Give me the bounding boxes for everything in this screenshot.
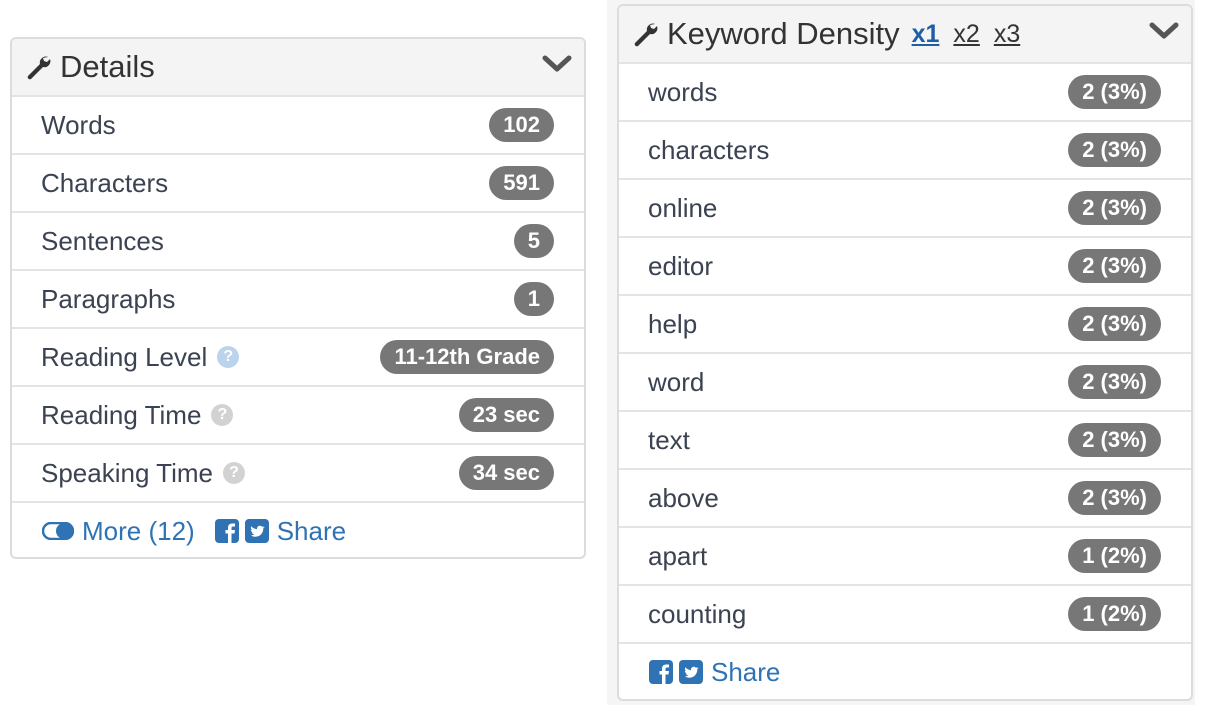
keyword-label: counting — [648, 598, 747, 629]
details-row-text: Characters — [41, 167, 169, 198]
keyword-row[interactable]: online 2 (3%) — [619, 178, 1191, 236]
density-badge: 2 (3%) — [1068, 75, 1161, 109]
count-badge: 23 sec — [458, 398, 554, 432]
keyword-label: editor — [648, 250, 714, 281]
details-row-text: Reading Level — [41, 341, 208, 372]
keyword-label: help — [648, 308, 698, 339]
keyword-label: apart — [648, 540, 708, 571]
density-badge: 1 (2%) — [1068, 539, 1161, 573]
density-badge: 2 (3%) — [1068, 481, 1161, 515]
facebook-icon[interactable] — [214, 519, 239, 543]
help-icon[interactable]: ? — [222, 462, 245, 484]
keyword-label: characters — [648, 134, 770, 165]
keyword-row[interactable]: words 2 (3%) — [619, 62, 1191, 120]
keyword-label: above — [648, 482, 719, 513]
granularity-x1[interactable]: x1 — [912, 20, 940, 49]
wrench-icon — [27, 56, 51, 80]
details-footer: More (12) Share — [12, 501, 584, 557]
facebook-icon[interactable] — [649, 660, 673, 684]
density-badge: 2 (3%) — [1068, 133, 1161, 167]
details-row: Speaking Time? 34 sec — [12, 443, 584, 501]
granularity-x2[interactable]: x2 — [953, 20, 979, 49]
keyword-row[interactable]: help 2 (3%) — [619, 294, 1191, 352]
count-badge: 102 — [489, 108, 554, 142]
keyword-label: text — [648, 424, 690, 455]
details-panel: Details Words 102 Characters 591 Sentences 5 P… — [10, 37, 586, 559]
more-link[interactable]: More (12) — [82, 516, 195, 547]
keyword-density-title: Keyword Density — [667, 16, 900, 51]
count-badge: 1 — [513, 282, 554, 316]
granularity-x3[interactable]: x3 — [994, 20, 1020, 49]
details-row: Characters 591 — [12, 153, 584, 211]
details-row-label: Sentences — [41, 226, 164, 257]
keyword-row[interactable]: above 2 (3%) — [619, 468, 1191, 526]
details-row-label: Characters — [41, 168, 168, 199]
keyword-row[interactable]: editor 2 (3%) — [619, 236, 1191, 294]
details-row: Words 102 — [12, 95, 584, 153]
share-link[interactable]: Share — [277, 516, 346, 547]
keyword-row[interactable]: text 2 (3%) — [619, 410, 1191, 468]
count-badge: 11-12th Grade — [380, 340, 554, 374]
toggle-icon[interactable] — [42, 522, 74, 540]
details-row: Reading Level? 11-12th Grade — [12, 327, 584, 385]
details-row-text: Paragraphs — [41, 283, 176, 314]
count-badge: 591 — [489, 166, 554, 200]
count-badge: 34 sec — [458, 456, 554, 490]
details-row-label: Reading Level? — [41, 341, 240, 373]
details-row-text: Sentences — [41, 225, 164, 256]
twitter-icon[interactable] — [244, 519, 269, 543]
details-row-label: Words — [41, 110, 116, 141]
keyword-row[interactable]: characters 2 (3%) — [619, 120, 1191, 178]
density-badge: 2 (3%) — [1068, 249, 1161, 283]
density-badge: 2 (3%) — [1068, 307, 1161, 341]
density-badge: 2 (3%) — [1068, 365, 1161, 399]
details-row-text: Reading Time — [41, 399, 202, 430]
details-row-label: Paragraphs — [41, 284, 175, 315]
share-link[interactable]: Share — [711, 657, 780, 688]
density-badge: 2 (3%) — [1068, 191, 1161, 225]
keyword-density-header[interactable]: Keyword Density x1 x2 x3 — [619, 6, 1191, 62]
details-row: Sentences 5 — [12, 211, 584, 269]
keyword-label: online — [648, 192, 718, 223]
details-row-label: Speaking Time? — [41, 458, 245, 489]
details-row-text: Speaking Time — [41, 457, 213, 488]
keyword-row[interactable]: apart 1 (2%) — [619, 526, 1191, 584]
help-icon[interactable]: ? — [217, 346, 240, 368]
details-header[interactable]: Details — [12, 39, 584, 95]
chevron-down-icon[interactable] — [1149, 20, 1179, 42]
keyword-density-footer: Share — [619, 642, 1191, 699]
keyword-label: word — [648, 366, 705, 397]
density-badge: 1 (2%) — [1068, 597, 1161, 631]
twitter-icon[interactable] — [679, 660, 703, 684]
details-row-text: Words — [41, 109, 116, 140]
keyword-density-panel: Keyword Density x1 x2 x3 words 2 (3%) char… — [617, 4, 1193, 701]
keyword-label: words — [648, 76, 718, 107]
details-row: Paragraphs 1 — [12, 269, 584, 327]
details-row: Reading Time? 23 sec — [12, 385, 584, 443]
keyword-row[interactable]: word 2 (3%) — [619, 352, 1191, 410]
wrench-icon — [634, 23, 658, 47]
count-badge: 5 — [513, 224, 554, 258]
details-row-label: Reading Time? — [41, 399, 234, 431]
keyword-row[interactable]: counting 1 (2%) — [619, 584, 1191, 642]
help-icon[interactable]: ? — [211, 404, 234, 426]
density-badge: 2 (3%) — [1068, 423, 1161, 457]
details-title: Details — [60, 49, 155, 84]
chevron-down-icon[interactable] — [542, 53, 572, 75]
